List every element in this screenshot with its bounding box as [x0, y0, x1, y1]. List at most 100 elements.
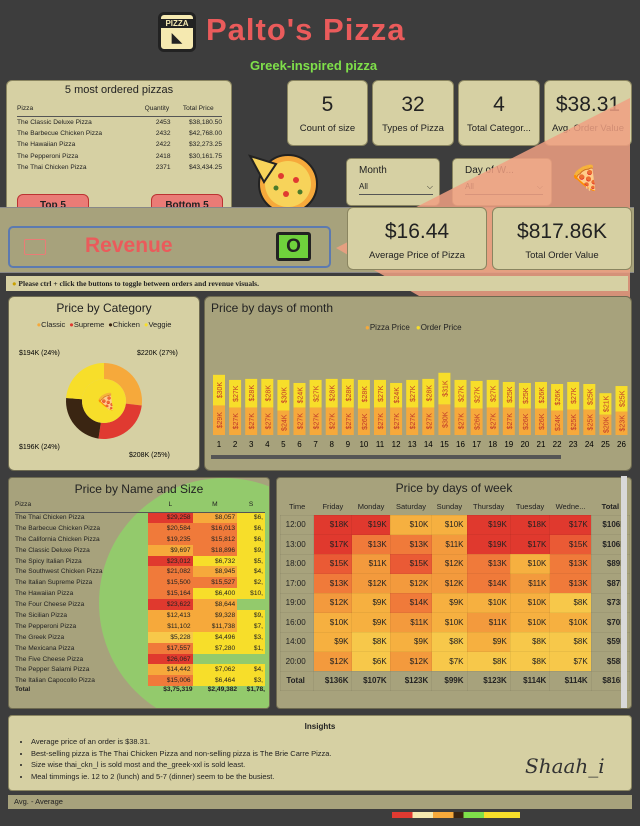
table-row[interactable]: The California Chicken Pizza $19,235 $15,8…: [15, 533, 265, 545]
table-row[interactable]: 20:00 $12K $6K $12K $7K $8K $8K $7K $58K: [279, 651, 631, 672]
price-cell: $5,: [237, 555, 265, 567]
legend-item: ●Pizza Price: [365, 323, 410, 332]
column-header[interactable]: Thursday: [467, 498, 510, 515]
table-row[interactable]: 12:00 $18K $19K $10K $10K $19K $18K $17K $106K: [279, 514, 631, 535]
table-row[interactable]: The Italian Supreme Pizza $15,500 $15,527 $…: [15, 577, 265, 589]
day-of-week-filter[interactable]: Day of W... All ⌵: [452, 158, 552, 206]
column-header[interactable]: Pizza: [15, 498, 148, 512]
day-of-week-dropdown[interactable]: All ⌵: [465, 182, 543, 195]
donut-data-label: $208K (25%): [129, 452, 170, 459]
donut-data-label: $220K (27%): [137, 350, 178, 357]
table-row[interactable]: The Pepperoni Pizza $11,102 $11,738 $7,: [15, 620, 265, 632]
pizza-name: The Italian Capocollo Pizza: [15, 677, 95, 685]
lightbulb-icon: ●: [12, 279, 17, 288]
heatmap-cell: $11K: [389, 612, 433, 633]
table-row[interactable]: The Greek Pizza $5,228 $4,496 $3,: [15, 631, 265, 643]
bar-data-label: $28K: [249, 385, 256, 402]
bar-data-label: $27K: [346, 413, 353, 430]
heatmap-title: Price by days of week: [395, 481, 513, 495]
table-row[interactable]: The Southwest Chicken Pizza $21,082 $8,945…: [15, 566, 265, 578]
revenue-toggle-button[interactable]: O: [276, 232, 311, 261]
table-row[interactable]: 19:00 $12K $9K $14K $9K $10K $10K $8K $73K: [279, 592, 631, 613]
column-header[interactable]: L: [148, 498, 193, 512]
horizontal-scrollbar[interactable]: [211, 455, 561, 459]
column-header[interactable]: S: [237, 498, 265, 512]
table-row[interactable]: The Mexicana Pizza $17,557 $7,280 $1,: [15, 642, 265, 654]
table-row[interactable]: 13:00 $17K $13K $13K $11K $19K $17K $15K $106K: [279, 534, 631, 555]
price-cell: $8,057: [192, 512, 238, 523]
kpi-value: 4: [493, 93, 505, 116]
bar-data-label: $27K: [314, 385, 321, 402]
price-cell: $15,527: [192, 577, 238, 589]
table-row[interactable]: The Barbecue Chicken Pizza 2432 $42,768.00: [17, 128, 222, 140]
time-cell: 13:00: [279, 534, 315, 555]
kpi-total-order: $817.86K Total Order Value: [492, 207, 632, 270]
price-cell: $4,: [237, 664, 265, 676]
table-row[interactable]: 18:00 $15K $11K $15K $12K $13K $10K $13K $89K: [279, 553, 631, 574]
bar-data-label: $27K: [330, 413, 337, 430]
heatmap-cell: $13K: [389, 534, 433, 555]
table-row[interactable]: The Thai Chicken Pizza 2371 $43,434.25: [17, 162, 222, 174]
price-cell: $12,413: [148, 610, 193, 621]
column-header[interactable]: M: [193, 498, 238, 512]
price-cell: $11,738: [192, 620, 238, 632]
chevron-down-icon: ⌵: [426, 182, 433, 191]
price-cell: $17,557: [148, 642, 193, 654]
insights-list: Average price of an order is $38.31.Best…: [31, 736, 332, 782]
kpi-value: $38.31: [555, 93, 621, 116]
heatmap-cell: $17K: [549, 514, 592, 535]
heatmap-cell: $9K: [313, 631, 353, 652]
table-row[interactable]: The Hawaiian Pizza $15,164 $6,400 $10,: [15, 588, 265, 600]
table-row[interactable]: The Classic Deluxe Pizza 2453 $38,180.50: [17, 116, 222, 128]
table-row[interactable]: The Barbecue Chicken Pizza $20,584 $16,013…: [15, 522, 265, 534]
heatmap-table: Time Friday Monday Saturday Sunday Thursday Tu…: [279, 498, 631, 691]
table-row[interactable]: The Pepperoni Pizza 2418 $30,161.75: [17, 151, 222, 163]
table-row[interactable]: The Spicy Italian Pizza $23,012 $6,732 $5,: [15, 555, 265, 567]
table-row[interactable]: The Four Cheese Pizza $23,622 $8,644: [15, 599, 265, 611]
table-row[interactable]: 16:00 $10K $9K $11K $10K $11K $10K $10K $70K: [279, 612, 631, 633]
price-cell: $6,: [237, 533, 265, 545]
footer-text: Avg. - Average: [14, 797, 63, 806]
table-row[interactable]: 14:00 $9K $8K $9K $8K $9K $8K $8K $59K: [279, 631, 631, 652]
bar-data-label: $26K: [475, 413, 482, 430]
heatmap-cell: $18K: [509, 514, 551, 535]
month-filter[interactable]: Month All ⌵: [346, 158, 440, 206]
x-tick-label: 24: [585, 440, 594, 449]
heatmap-cell: $11K: [509, 573, 551, 594]
color-palette-strip: [392, 812, 520, 818]
table-row[interactable]: The Hawaiian Pizza 2422 $32,273.25: [17, 139, 222, 151]
column-header[interactable]: Wedne...: [550, 498, 591, 515]
bar-data-label: $24K: [281, 414, 288, 431]
heatmap-cell: $12K: [313, 651, 353, 672]
table-row[interactable]: 17:00 $13K $12K $12K $12K $14K $11K $13K $87K: [279, 573, 631, 594]
column-header[interactable]: Monday: [352, 498, 390, 515]
heatmap-cell: $9K: [351, 612, 391, 633]
pizza-name: The Barbecue Chicken Pizza: [15, 524, 101, 532]
column-header[interactable]: Friday: [314, 498, 352, 515]
column-header[interactable]: Saturday: [390, 498, 432, 515]
month-dropdown[interactable]: All ⌵: [359, 182, 433, 195]
table-row[interactable]: The Sicilian Pizza $12,413 $9,328 $9,: [15, 610, 265, 621]
category-chart-title: Price by Category: [56, 301, 152, 315]
table-row[interactable]: The Italian Capocollo Pizza $15,006 $6,464…: [15, 675, 265, 687]
quantity: 2453: [155, 118, 171, 126]
total-cell: Total: [279, 670, 315, 691]
bar-data-label: $27K: [410, 413, 417, 430]
quantity: 2418: [155, 152, 171, 160]
table-row[interactable]: The Classic Deluxe Pizza $9,697 $18,896 $9,: [15, 544, 265, 556]
scrollbar[interactable]: [621, 476, 627, 708]
column-header[interactable]: Time: [281, 498, 314, 515]
bar-data-label: $26K: [523, 413, 530, 430]
table-row[interactable]: The Five Cheese Pizza $26,067: [15, 653, 265, 665]
price-cell: $5,228: [148, 631, 193, 643]
table-row[interactable]: The Thai Chicken Pizza $29,258 $8,057 $6,: [15, 512, 265, 523]
column-header[interactable]: Sunday: [432, 498, 467, 515]
heatmap-cell: $12K: [431, 553, 468, 574]
legend-label: Supreme: [73, 320, 105, 329]
heatmap-cell: $15K: [389, 553, 433, 574]
pizza-name: The Spicy Italian Pizza: [15, 557, 82, 565]
column-header[interactable]: Tuesday: [510, 498, 549, 515]
col-quantity: Quantity: [144, 104, 170, 112]
table-row[interactable]: The Pepper Salami Pizza $14,442 $7,062 $4,: [15, 664, 265, 676]
legend-item: ●Veggie: [144, 320, 171, 329]
